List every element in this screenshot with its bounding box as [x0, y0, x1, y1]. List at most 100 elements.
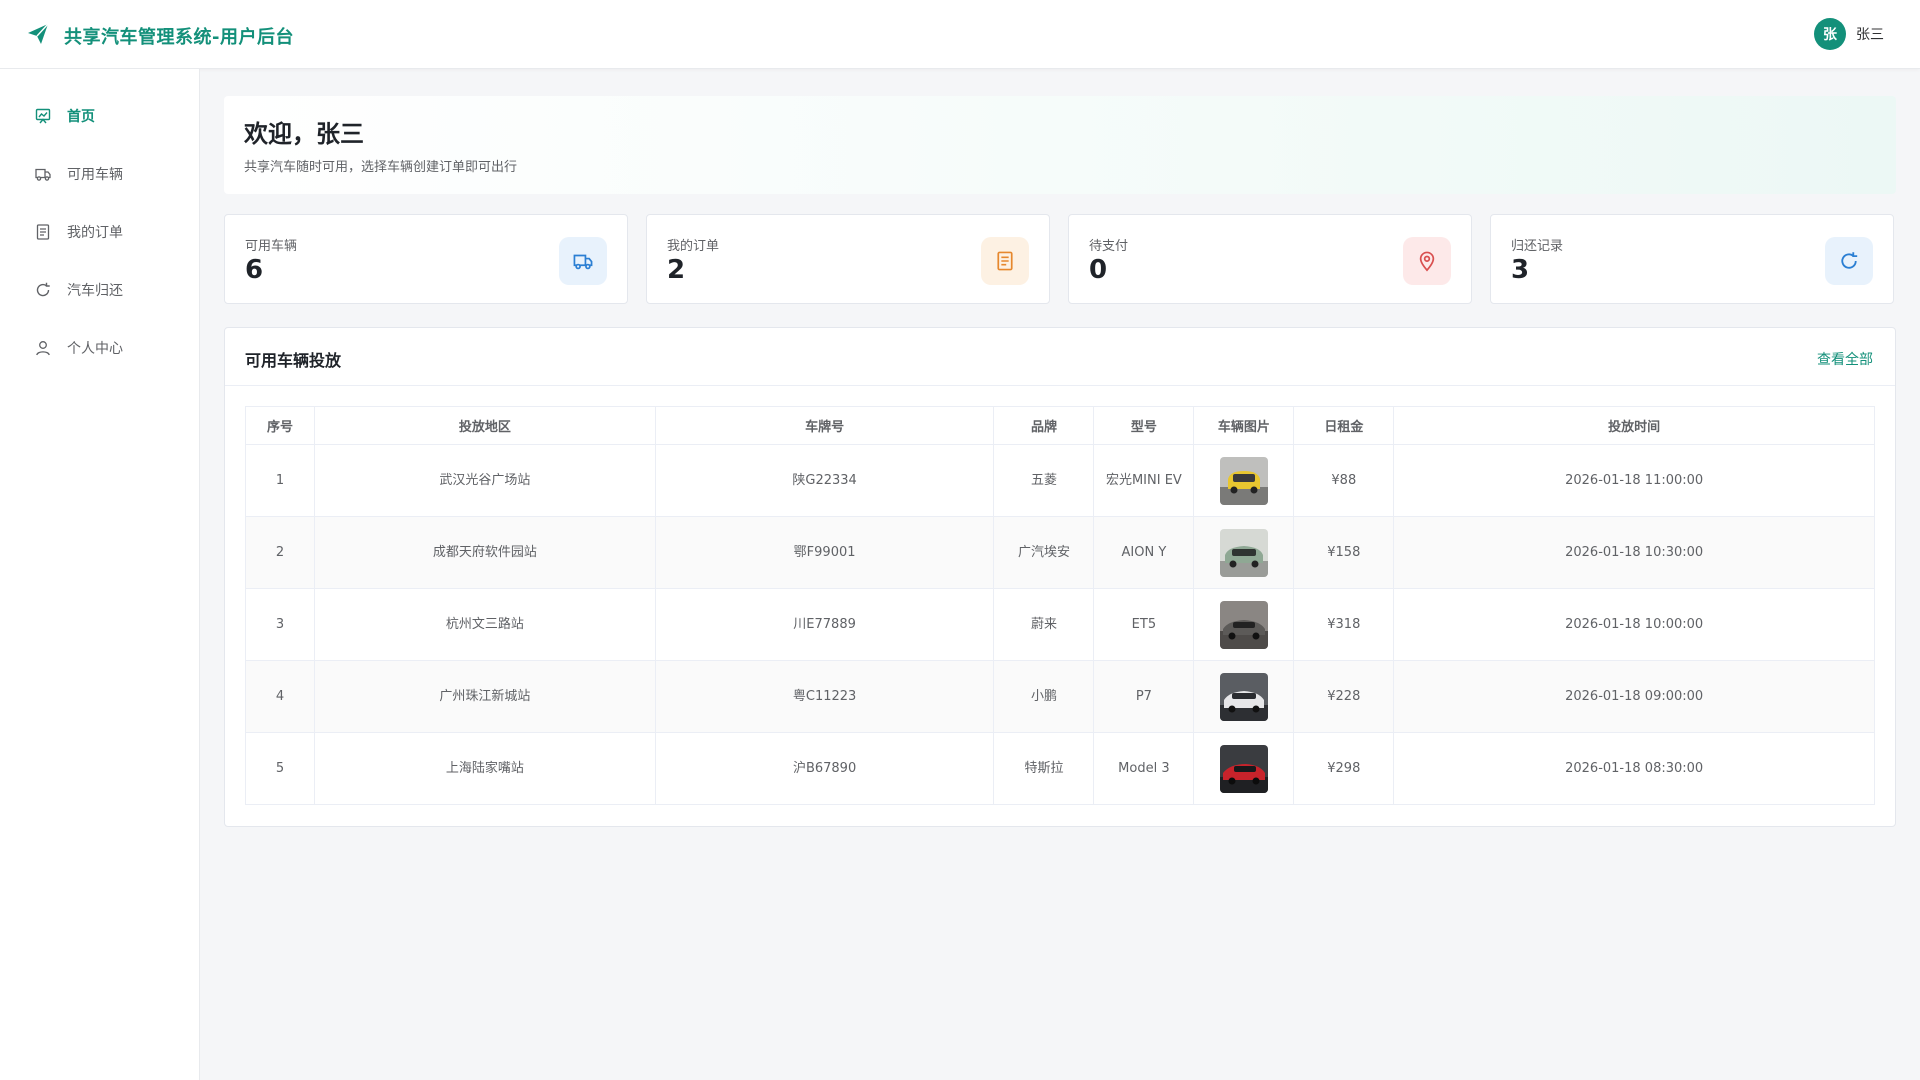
stat-value: 3	[1511, 255, 1530, 285]
cell-photo	[1193, 732, 1295, 805]
brand[interactable]: 共享汽车管理系统-用户后台	[26, 22, 294, 50]
cell-region: 成都天府软件园站	[313, 516, 656, 589]
car-photo[interactable]	[1219, 672, 1268, 721]
sidebar-item-label: 我的订单	[67, 225, 123, 241]
stat-card-available-vehicles[interactable]: 可用车辆 6	[224, 214, 628, 304]
stat-card-return-records[interactable]: 归还记录 3	[1490, 214, 1894, 304]
cell-region: 广州珠江新城站	[313, 660, 656, 733]
vehicles-table: 序号 投放地区 车牌号 品牌 型号 车辆图片 日租金 投放时间 1 武汉光谷广场…	[245, 406, 1875, 805]
stat-card-pending-payment[interactable]: 待支付 0	[1068, 214, 1472, 304]
cell-rent: ¥158	[1293, 516, 1395, 589]
truck-icon	[559, 237, 607, 285]
available-vehicles-panel: 可用车辆投放 查看全部 序号 投放地区 车牌号 品牌 型号 车辆图片 日租金 投…	[224, 327, 1896, 827]
sidebar-item-profile[interactable]: 个人中心	[0, 326, 199, 370]
car-photo[interactable]	[1219, 528, 1268, 577]
cell-region: 杭州文三路站	[313, 588, 656, 661]
stat-value: 2	[667, 255, 686, 285]
cell-photo	[1193, 444, 1295, 517]
cell-photo	[1193, 660, 1295, 733]
table-row[interactable]: 4 广州珠江新城站 粤C11223 小鹏 P7 ¥228 2026-01-18 …	[245, 660, 1875, 733]
sidebar-item-label: 可用车辆	[67, 167, 123, 183]
sidebar-item-vehicles[interactable]: 可用车辆	[0, 152, 199, 196]
document-icon	[981, 237, 1029, 285]
column-header: 日租金	[1293, 406, 1395, 445]
cell-time: 2026-01-18 08:30:00	[1393, 732, 1875, 805]
cell-rent: ¥88	[1293, 444, 1395, 517]
cell-plate: 粤C11223	[654, 660, 995, 733]
cell-brand: 广汽埃安	[993, 516, 1095, 589]
cell-region: 上海陆家嘴站	[313, 732, 656, 805]
cell-photo	[1193, 516, 1295, 589]
dashboard-icon	[35, 108, 51, 124]
document-icon	[36, 224, 50, 240]
cell-brand: 小鹏	[993, 660, 1095, 733]
panel-title: 可用车辆投放	[245, 351, 342, 370]
cell-no: 5	[245, 732, 315, 805]
cell-plate: 鄂F99001	[654, 516, 995, 589]
cell-time: 2026-01-18 10:00:00	[1393, 588, 1875, 661]
cell-no: 2	[245, 516, 315, 589]
sidebar-item-label: 首页	[67, 109, 95, 125]
sidebar-item-orders[interactable]: 我的订单	[0, 210, 199, 254]
cell-no: 4	[245, 660, 315, 733]
cell-no: 3	[245, 588, 315, 661]
stat-label: 可用车辆	[245, 239, 298, 254]
table-row[interactable]: 3 杭州文三路站 川E77889 蔚来 ET5 ¥318 2026-01-18 …	[245, 588, 1875, 661]
cell-no: 1	[245, 444, 315, 517]
welcome-subtitle: 共享汽车随时可用，选择车辆创建订单即可出行	[244, 160, 518, 175]
welcome-title: 欢迎，张三	[244, 120, 364, 148]
cell-region: 武汉光谷广场站	[313, 444, 656, 517]
avatar[interactable]: 张	[1814, 18, 1846, 50]
stat-card-my-orders[interactable]: 我的订单 2	[646, 214, 1050, 304]
column-header: 投放地区	[313, 406, 656, 445]
refresh-icon	[1825, 237, 1873, 285]
cell-plate: 沪B67890	[654, 732, 995, 805]
cell-model: AION Y	[1093, 516, 1195, 589]
user-name[interactable]: 张三	[1856, 24, 1884, 44]
sidebar-item-label: 汽车归还	[67, 283, 123, 299]
sidebar-item-home[interactable]: 首页	[0, 94, 199, 138]
sidebar: 首页 可用车辆 我的订单 汽车归还 个人中心	[0, 69, 200, 1080]
cell-rent: ¥318	[1293, 588, 1395, 661]
panel-header: 可用车辆投放 查看全部	[225, 328, 1895, 386]
car-photo[interactable]	[1219, 456, 1268, 505]
cell-model: ET5	[1093, 588, 1195, 661]
cell-time: 2026-01-18 09:00:00	[1393, 660, 1875, 733]
cell-brand: 特斯拉	[993, 732, 1095, 805]
cell-model: Model 3	[1093, 732, 1195, 805]
cell-brand: 蔚来	[993, 588, 1095, 661]
app-title: 共享汽车管理系统-用户后台	[64, 27, 294, 48]
cell-rent: ¥298	[1293, 732, 1395, 805]
truck-icon	[35, 168, 51, 181]
paper-plane-icon	[26, 22, 50, 50]
user-icon	[36, 341, 50, 356]
cell-time: 2026-01-18 10:30:00	[1393, 516, 1875, 589]
stat-label: 我的订单	[667, 239, 720, 254]
sidebar-item-label: 个人中心	[67, 341, 123, 357]
cell-photo	[1193, 588, 1295, 661]
table-header-row: 序号 投放地区 车牌号 品牌 型号 车辆图片 日租金 投放时间	[245, 406, 1875, 445]
cell-rent: ¥228	[1293, 660, 1395, 733]
cell-plate: 川E77889	[654, 588, 995, 661]
table-row[interactable]: 5 上海陆家嘴站 沪B67890 特斯拉 Model 3 ¥298 2026-0…	[245, 732, 1875, 805]
stat-label: 归还记录	[1511, 239, 1564, 254]
car-photo[interactable]	[1219, 600, 1268, 649]
refresh-icon	[36, 282, 50, 297]
car-photo[interactable]	[1219, 744, 1268, 793]
top-bar: 共享汽车管理系统-用户后台 张 张三	[0, 0, 1920, 69]
cell-time: 2026-01-18 11:00:00	[1393, 444, 1875, 517]
table-row[interactable]: 2 成都天府软件园站 鄂F99001 广汽埃安 AION Y ¥158 2026…	[245, 516, 1875, 589]
view-all-link[interactable]: 查看全部	[1817, 349, 1873, 369]
stat-label: 待支付	[1089, 239, 1129, 254]
stat-value: 6	[245, 255, 264, 285]
cell-brand: 五菱	[993, 444, 1095, 517]
cell-model: 宏光MINI EV	[1093, 444, 1195, 517]
table-row[interactable]: 1 武汉光谷广场站 陕G22334 五菱 宏光MINI EV ¥88 2026-…	[245, 444, 1875, 517]
column-header: 品牌	[993, 406, 1095, 445]
user-menu[interactable]: 张 张三	[1814, 18, 1884, 50]
column-header: 序号	[245, 406, 315, 445]
sidebar-item-return[interactable]: 汽车归还	[0, 268, 199, 312]
welcome-banner: 欢迎，张三 共享汽车随时可用，选择车辆创建订单即可出行	[224, 96, 1896, 194]
column-header: 型号	[1093, 406, 1195, 445]
column-header: 车牌号	[654, 406, 995, 445]
